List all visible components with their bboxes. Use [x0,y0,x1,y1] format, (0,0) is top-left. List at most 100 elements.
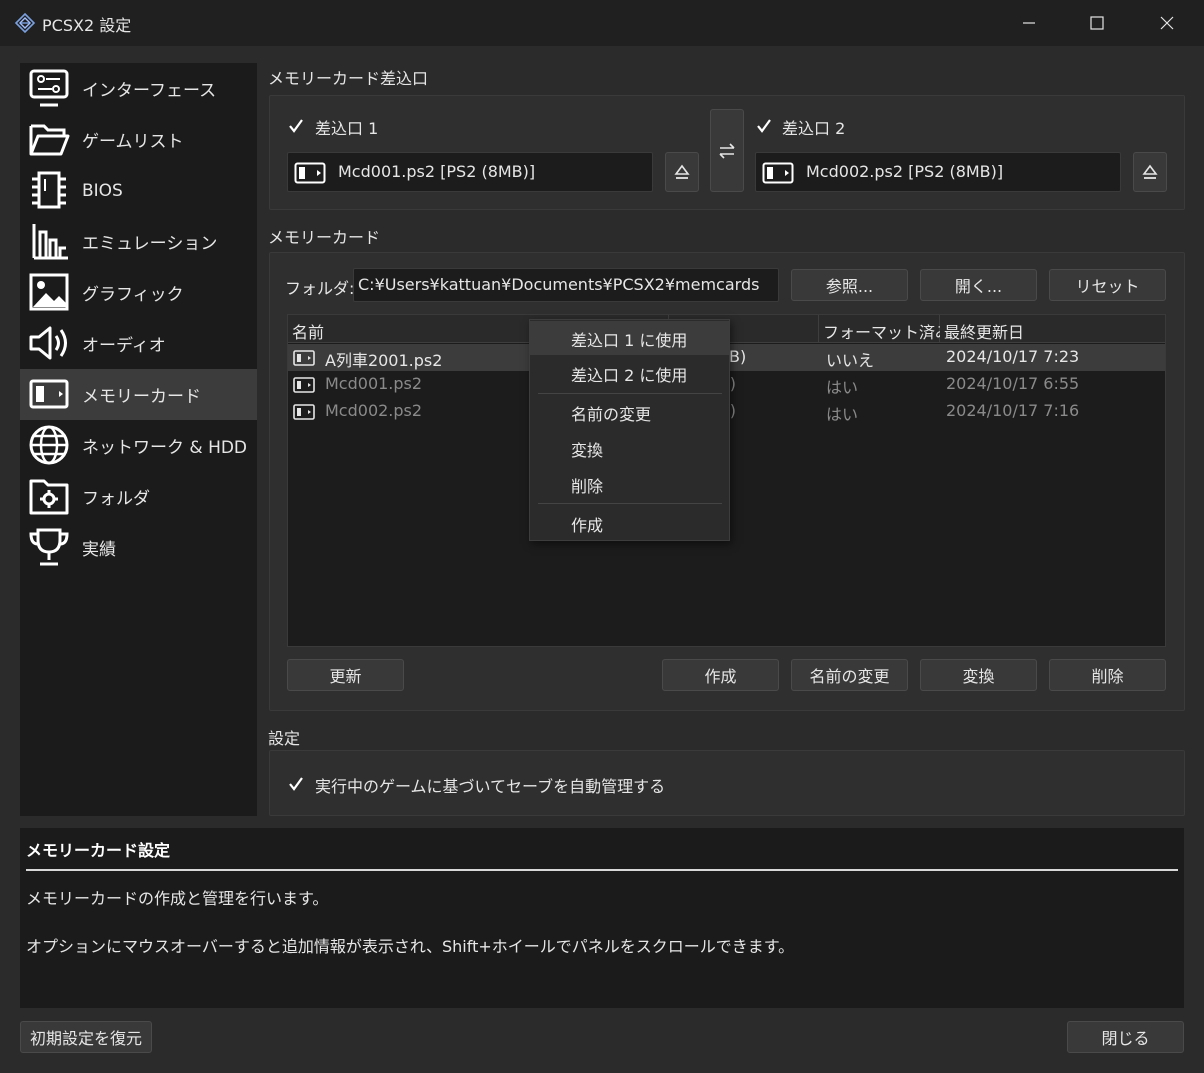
column-header-formatted[interactable]: フォーマット済み [819,315,951,343]
memory-card-icon [293,404,315,420]
row-name: A列車2001.ps2 [325,351,443,370]
slot2-card-select[interactable]: Mcd002.ps2 [PS2 (8MB)] [755,152,1121,192]
cards-section-label: メモリーカード [268,228,381,247]
sidebar-item-bios[interactable]: BIOS [20,165,257,216]
slot2-checkbox[interactable] [755,117,773,135]
close-button[interactable]: 閉じる [1067,1021,1184,1053]
emulation-icon [32,224,68,260]
row-formatted: はい [826,405,859,424]
folder-label: フォルダ: [285,279,355,298]
close-icon [1160,16,1174,30]
slot2-card-value: Mcd002.ps2 [PS2 (8MB)] [806,162,1004,181]
swap-slots-button[interactable] [710,109,744,192]
maximize-icon [1090,16,1104,30]
memory-card-icon [293,377,315,393]
settings-sidebar: インターフェース ゲームリスト BIOS エミュレーション グラフィック オーデ… [20,63,257,816]
context-menu: 差込口 1 に使用 差込口 2 に使用 名前の変更 変換 削除 作成 [529,319,730,541]
description-line-1: メモリーカードの作成と管理を行います。 [26,889,329,908]
window-title: PCSX2 設定 [42,16,132,35]
description-panel: メモリーカード設定 メモリーカードの作成と管理を行います。 オプションにマウスオ… [20,828,1184,1008]
image-icon [29,273,69,311]
sidebar-item-label: グラフィック [82,285,184,305]
column-header-modified[interactable]: 最終更新日 [940,315,1165,343]
convert-card-button[interactable]: 変換 [920,659,1037,691]
slot1-label: 差込口 1 [315,119,379,138]
sidebar-item-audio[interactable]: オーディオ [20,318,257,369]
menu-separator [538,393,722,394]
menu-item-use-slot2[interactable]: 差込口 2 に使用 [530,356,729,390]
sidebar-item-label: 実績 [82,540,116,560]
row-modified: 2024/10/17 7:16 [946,401,1080,420]
minimize-button[interactable] [994,0,1064,46]
row-name: Mcd001.ps2 [325,374,423,393]
folder-gear-icon [29,479,69,515]
reset-folder-button[interactable]: リセット [1049,269,1166,301]
sidebar-item-graphics[interactable]: グラフィック [20,267,257,318]
sidebar-item-network-hdd[interactable]: ネットワーク & HDD [20,420,257,471]
sidebar-item-folders[interactable]: フォルダ [20,471,257,522]
settings-section-label: 設定 [268,729,301,748]
row-modified: 2024/10/17 6:55 [946,374,1080,393]
trophy-icon [29,528,69,566]
sidebar-item-label: フォルダ [82,489,150,509]
memory-card-icon [294,162,326,184]
memory-card-icon [29,379,69,409]
description-title: メモリーカード設定 [26,841,171,860]
memory-card-icon [293,350,315,366]
auto-manage-checkbox[interactable] [287,775,305,793]
sidebar-item-emulation[interactable]: エミュレーション [20,216,257,267]
slot2-eject-button[interactable] [1133,152,1167,192]
sidebar-item-game-list[interactable]: ゲームリスト [20,114,257,165]
browse-button[interactable]: 参照... [791,269,908,301]
sidebar-item-interface[interactable]: インターフェース [20,63,257,114]
auto-manage-label: 実行中のゲームに基づいてセーブを自動管理する [315,777,666,796]
maximize-button[interactable] [1062,0,1132,46]
sidebar-item-memory-card[interactable]: メモリーカード [20,369,257,420]
eject-icon [1142,164,1158,179]
memory-card-icon [762,162,794,184]
refresh-button[interactable]: 更新 [287,659,404,691]
slot1-eject-button[interactable] [665,152,699,192]
sidebar-item-label: メモリーカード [82,387,201,407]
globe-icon [29,425,69,465]
sidebar-item-label: BIOS [82,180,123,201]
slot1-card-select[interactable]: Mcd001.ps2 [PS2 (8MB)] [287,152,653,192]
slot1-card-value: Mcd001.ps2 [PS2 (8MB)] [338,162,536,181]
folder-path-input[interactable]: C:¥Users¥kattuan¥Documents¥PCSX2¥memcard… [353,268,779,302]
row-formatted: はい [826,378,859,397]
row-formatted: いいえ [826,351,875,370]
menu-item-rename[interactable]: 名前の変更 [530,395,729,429]
restore-defaults-button[interactable]: 初期設定を復元 [20,1021,152,1053]
menu-item-delete[interactable]: 削除 [530,467,729,501]
menu-item-convert[interactable]: 変換 [530,431,729,465]
description-divider [26,869,1178,871]
interface-icon [29,69,69,107]
close-window-button[interactable] [1132,0,1202,46]
create-card-button[interactable]: 作成 [662,659,779,691]
slot2-label: 差込口 2 [782,119,846,138]
menu-separator [538,503,722,504]
sidebar-item-label: ネットワーク & HDD [82,438,248,458]
sidebar-item-label: ゲームリスト [82,132,184,152]
sidebar-item-label: インターフェース [82,81,217,101]
slot1-checkbox[interactable] [287,117,305,135]
title-bar: PCSX2 設定 [0,0,1204,46]
sidebar-item-label: オーディオ [82,336,166,356]
chip-icon [32,171,66,209]
sidebar-item-label: エミュレーション [82,234,218,254]
sidebar-item-achievements[interactable]: 実績 [20,522,257,573]
minimize-icon [1023,22,1035,24]
swap-arrows-icon [719,142,735,159]
delete-card-button[interactable]: 削除 [1049,659,1166,691]
speaker-icon [29,326,67,360]
menu-item-create[interactable]: 作成 [530,506,729,540]
eject-icon [674,164,690,179]
description-line-2: オプションにマウスオーバーすると追加情報が表示され、Shift+ホイールでパネル… [26,937,795,956]
slots-section-label: メモリーカード差込口 [268,69,429,88]
menu-item-use-slot1[interactable]: 差込口 1 に使用 [530,321,729,355]
open-folder-button[interactable]: 開く... [920,269,1037,301]
row-modified: 2024/10/17 7:23 [946,347,1080,366]
rename-card-button[interactable]: 名前の変更 [791,659,908,691]
row-name: Mcd002.ps2 [325,401,423,420]
pcsx2-logo-icon [14,12,36,34]
